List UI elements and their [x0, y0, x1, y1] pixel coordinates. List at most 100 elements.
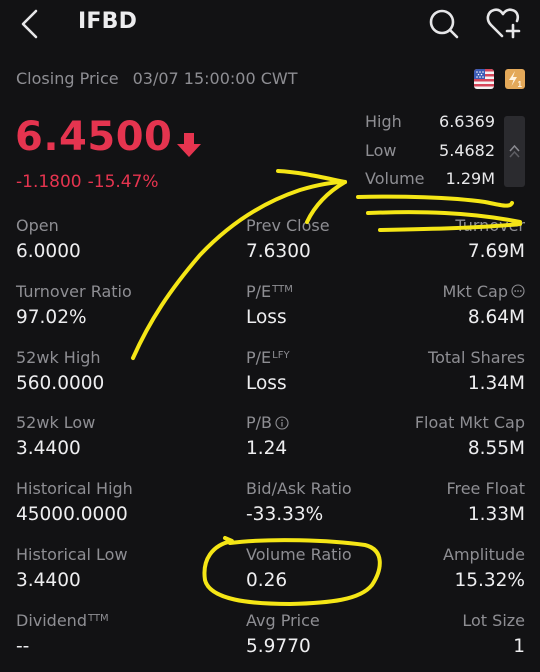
stat-label-text: Mkt Cap [442, 281, 508, 301]
stat-label: Turnover Ratio [16, 281, 132, 301]
market-status: Closing Price 03/07 15:00:00 CWT [16, 69, 298, 88]
stat-bid-ask-ratio: Bid/Ask Ratio -33.33% [246, 477, 352, 529]
stat-value: 97.02% [16, 306, 87, 328]
stat-pe-ttm: P/ETTM Loss [246, 280, 293, 332]
us-flag-icon[interactable] [474, 69, 494, 89]
stat-label-text: Dividend [16, 610, 87, 630]
stat-label-text: P/B [246, 413, 273, 433]
stat-value: 7.69M [467, 241, 525, 262]
info-icon[interactable] [275, 416, 289, 430]
stat-turnover-ratio: Turnover Ratio 97.02% [16, 280, 132, 332]
summary-value: 5.4682 [439, 140, 495, 160]
stat-label: Mkt Cap [442, 280, 525, 304]
stat-free-float: Free Float 1.33M [446, 477, 525, 529]
stat-avg-price: Avg Price 5.9770 [246, 609, 320, 661]
stat-52wk-low: 52wk Low 3.4400 [16, 411, 95, 463]
summary-row-volume: Volume 1.29M [365, 169, 495, 198]
stat-label-text: P/E [246, 281, 272, 301]
stat-label: 52wk Low [16, 413, 96, 433]
add-to-watchlist-button[interactable] [486, 6, 524, 40]
stat-label: P/ETTM [246, 280, 293, 304]
stat-value: 6.0000 [16, 241, 81, 262]
summary-row-high: High 6.6369 [365, 112, 495, 141]
double-chevron-up-icon [509, 144, 520, 158]
stat-label: Historical Low [16, 544, 128, 564]
stat-label: Bid/Ask Ratio [246, 479, 352, 499]
stat-label-text: P/E [246, 347, 272, 367]
stat-value: 1.34M [467, 372, 525, 394]
stat-label-superscript: TTM [87, 612, 109, 624]
stat-value: -- [16, 635, 30, 657]
heart-plus-icon [486, 8, 521, 39]
price-change: -1.1800 -15.47% [16, 172, 159, 192]
summary-label: Low [365, 140, 397, 160]
collapse-button[interactable] [504, 116, 525, 187]
stat-volume-ratio: Volume Ratio 0.26 [246, 543, 352, 595]
stats-row: 52wk High 560.0000 P/ELFY Loss Total Sha… [0, 346, 540, 412]
stat-value: -33.33% [246, 504, 324, 526]
stat-historical-high: Historical High 45000.0000 [16, 477, 133, 529]
stats-row: 52wk Low 3.4400 P/B 1.24 Float Mkt Cap 8… [0, 411, 540, 477]
stat-prev-close: Prev Close 7.6300 [246, 214, 330, 266]
stats-row: Turnover Ratio 97.02% P/ETTM Loss Mkt Ca… [0, 280, 540, 346]
more-icon[interactable] [511, 284, 525, 298]
stat-float-mkt-cap: Float Mkt Cap 8.55M [415, 411, 525, 463]
stats-row: DividendTTM -- Avg Price 5.9770 Lot Size… [0, 609, 540, 672]
chevron-left-icon [21, 9, 38, 39]
stat-lot-size: Lot Size 1 [462, 609, 525, 661]
top-bar: IFBD [0, 0, 540, 48]
stat-amplitude: Amplitude 15.32% [443, 543, 525, 595]
stat-value: Loss [246, 306, 287, 328]
stat-mkt-cap[interactable]: Mkt Cap 8.64M [442, 280, 525, 332]
stat-label: Volume Ratio [246, 544, 352, 564]
stat-label: DividendTTM [16, 609, 109, 633]
stat-label: Prev Close [246, 216, 330, 235]
summary-value: 1.29M [445, 169, 495, 188]
search-icon [429, 9, 459, 39]
stat-value: 3.4400 [16, 569, 81, 591]
change-percent: -15.47% [87, 172, 159, 192]
annotation-underline-volume-1 [356, 194, 514, 208]
stat-label: Total Shares [428, 347, 525, 367]
stat-value: 1.24 [246, 438, 288, 460]
stat-label: Turnover [455, 216, 525, 235]
stat-label: Amplitude [443, 544, 525, 564]
stat-total-shares: Total Shares 1.34M [428, 346, 525, 398]
stat-value: 8.55M [467, 438, 525, 460]
ticker-symbol: IFBD [78, 9, 138, 34]
stat-label-superscript: LFY [272, 349, 290, 361]
stat-value: 1 [513, 635, 525, 657]
search-button[interactable] [428, 8, 460, 40]
stat-label: P/B [246, 411, 289, 435]
stats-row: Open 6.0000 Prev Close 7.6300 Turnover 7… [0, 214, 540, 280]
lv1-lightning-icon[interactable]: 1 [505, 69, 525, 89]
stat-label: Historical High [16, 479, 133, 499]
stat-label: Avg Price [246, 610, 320, 630]
stat-label: Float Mkt Cap [414, 413, 525, 433]
stat-label-superscript: TTM [272, 283, 293, 295]
change-amount: -1.1800 [16, 172, 82, 192]
svg-text:1: 1 [518, 80, 523, 89]
summary-label: High [365, 112, 402, 131]
stat-value: 7.6300 [246, 241, 311, 262]
down-arrow-icon [175, 131, 203, 159]
stat-turnover: Turnover 7.69M [455, 214, 525, 266]
annotation-arrowhead-top [276, 169, 347, 184]
stat-value: 5.9770 [246, 635, 311, 657]
stat-value: Loss [246, 372, 287, 394]
stats-row: Historical High 45000.0000 Bid/Ask Ratio… [0, 477, 540, 543]
back-button[interactable] [16, 8, 46, 40]
stat-value: 3.4400 [16, 438, 81, 460]
stat-label: Open [16, 216, 59, 235]
stat-open: Open 6.0000 [16, 214, 81, 266]
summary-table: High 6.6369 Low 5.4682 Volume 1.29M [365, 112, 495, 198]
summary-value: 6.6369 [439, 112, 495, 131]
stat-label: Free Float [446, 479, 525, 499]
last-price: 6.4500 [15, 114, 173, 160]
summary-label: Volume [365, 169, 425, 188]
stat-pe-lfy: P/ELFY Loss [246, 346, 290, 398]
stats-row: Historical Low 3.4400 Volume Ratio 0.26 … [0, 543, 540, 609]
stat-pb[interactable]: P/B 1.24 [246, 411, 289, 463]
stats-grid: Open 6.0000 Prev Close 7.6300 Turnover 7… [0, 214, 540, 672]
stat-value: 560.0000 [16, 372, 105, 394]
